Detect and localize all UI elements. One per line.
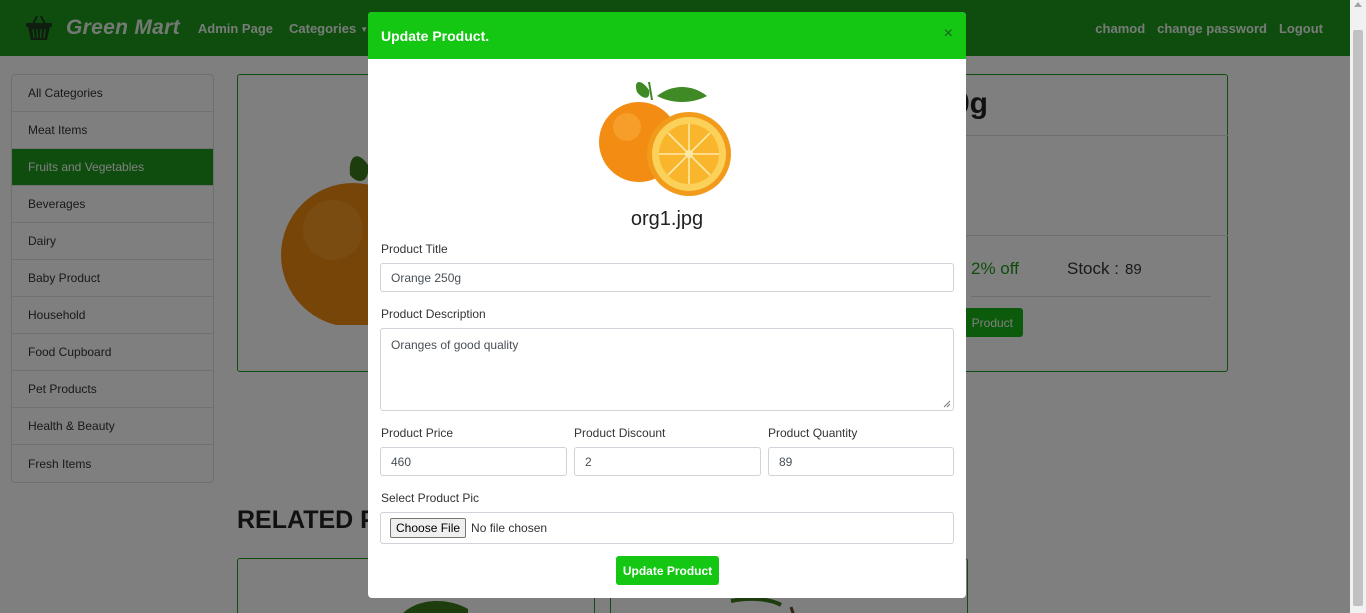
scroll-up-icon[interactable] <box>1354 2 1362 7</box>
resize-handle-icon[interactable] <box>943 400 951 408</box>
update-product-button[interactable]: Update Product <box>616 556 719 585</box>
product-image-preview <box>599 81 731 196</box>
modal-title: Update Product. <box>381 27 490 44</box>
product-price-input[interactable]: 460 <box>380 447 567 476</box>
modal-header: Update Product. × <box>368 12 966 59</box>
product-discount-label: Product Discount <box>574 426 666 440</box>
product-title-input[interactable]: Orange 250g <box>380 263 954 292</box>
product-price-value: 460 <box>391 454 412 469</box>
vertical-scrollbar[interactable] <box>1350 0 1366 613</box>
update-product-modal: Update Product. × org1.jpg Product Title… <box>368 12 966 598</box>
product-discount-input[interactable]: 2 <box>574 447 761 476</box>
image-filename: org1.jpg <box>630 208 704 230</box>
scrollbar-thumb[interactable] <box>1353 30 1363 606</box>
product-description-label: Product Description <box>381 307 486 321</box>
product-title-value: Orange 250g <box>391 270 462 285</box>
product-description-textarea[interactable]: Oranges of good quality <box>380 328 954 411</box>
product-discount-value: 2 <box>585 454 592 469</box>
product-title-label: Product Title <box>381 242 448 256</box>
file-status: No file chosen <box>471 521 548 535</box>
close-icon[interactable]: × <box>944 26 953 42</box>
product-pic-label: Select Product Pic <box>381 491 480 505</box>
product-description-value: Oranges of good quality <box>391 338 519 352</box>
choose-file-button[interactable]: Choose File <box>390 518 467 538</box>
product-quantity-label: Product Quantity <box>768 426 858 440</box>
product-price-label: Product Price <box>381 426 454 440</box>
product-quantity-value: 89 <box>779 454 793 469</box>
product-quantity-input[interactable]: 89 <box>768 447 954 476</box>
product-pic-file-input[interactable]: Choose File No file chosen <box>380 512 954 544</box>
